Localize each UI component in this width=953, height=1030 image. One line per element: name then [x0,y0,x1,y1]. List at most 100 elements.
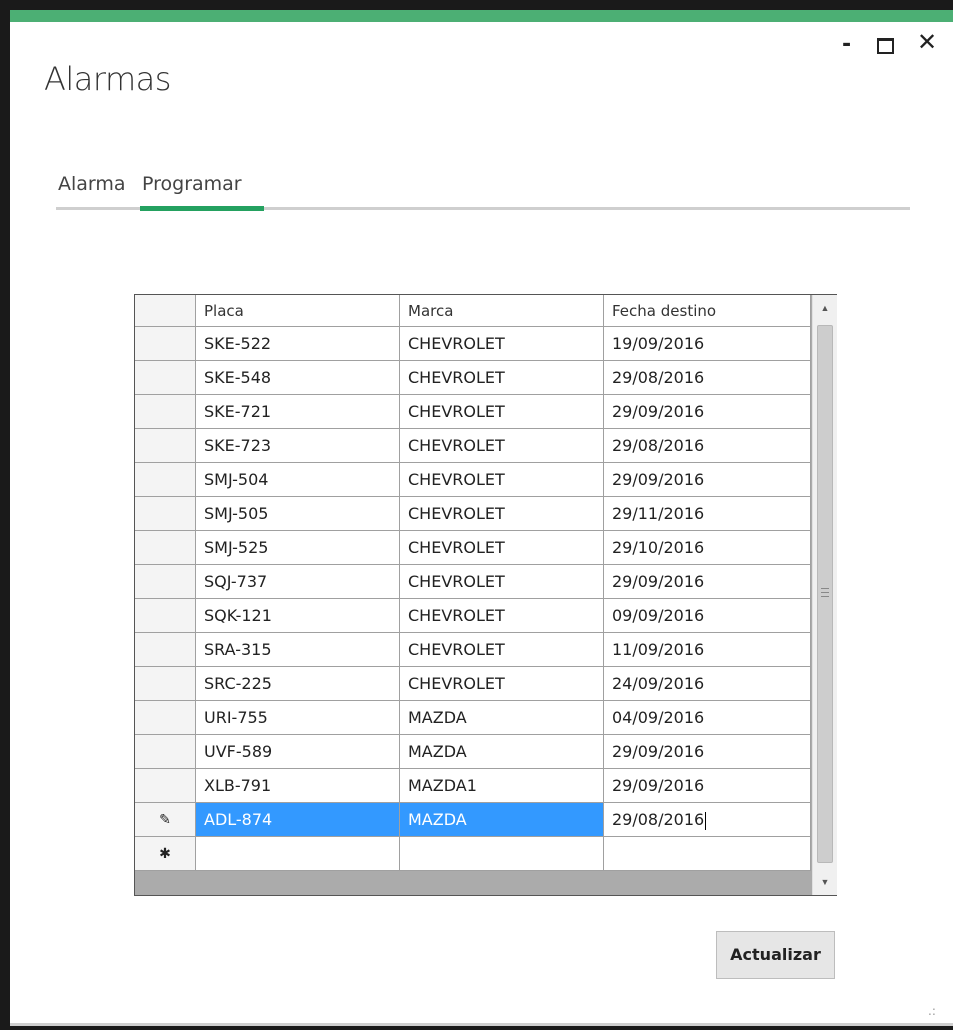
scrollbar-grip-icon [821,588,829,597]
column-header-fecha-destino[interactable]: Fecha destino [604,295,811,327]
cell-fecha-destino[interactable]: 19/09/2016 [604,327,811,361]
cell-marca[interactable]: CHEVROLET [400,497,604,531]
cell-marca[interactable]: MAZDA [400,803,604,837]
cell-fecha-destino[interactable]: 29/10/2016 [604,531,811,565]
row-header[interactable] [135,395,196,429]
actualizar-button[interactable]: Actualizar [716,931,835,979]
table-row[interactable]: SRA-315 CHEVROLET 11/09/2016 [135,633,811,667]
alarmas-window: - ✕ Alarmas Alarma Programar Placa Marca… [10,10,953,1026]
cell-placa[interactable]: SMJ-525 [196,531,400,565]
cell-placa[interactable]: SQJ-737 [196,565,400,599]
cell-placa[interactable]: SMJ-505 [196,497,400,531]
cell-marca[interactable]: CHEVROLET [400,565,604,599]
table-row-editing[interactable]: ✎ ADL-874 MAZDA 29/08/2016 [135,803,811,837]
cell-marca[interactable]: CHEVROLET [400,599,604,633]
cell-marca[interactable]: CHEVROLET [400,531,604,565]
grid-header-row: Placa Marca Fecha destino [135,295,811,329]
table-row[interactable]: SKE-723 CHEVROLET 29/08/2016 [135,429,811,463]
table-row[interactable]: SKE-548 CHEVROLET 29/08/2016 [135,361,811,395]
table-row[interactable]: URI-755 MAZDA 04/09/2016 [135,701,811,735]
cell-placa[interactable]: SKE-548 [196,361,400,395]
cell-marca[interactable]: MAZDA [400,701,604,735]
column-header-placa[interactable]: Placa [196,295,400,327]
cell-fecha-destino[interactable]: 29/08/2016 [604,429,811,463]
cell-fecha-destino[interactable]: 24/09/2016 [604,667,811,701]
table-row[interactable]: SMJ-525 CHEVROLET 29/10/2016 [135,531,811,565]
table-row[interactable]: UVF-589 MAZDA 29/09/2016 [135,735,811,769]
vertical-scrollbar[interactable]: ▲ ▼ [812,295,837,895]
cell-marca[interactable]: CHEVROLET [400,633,604,667]
cell-fecha-destino[interactable]: 11/09/2016 [604,633,811,667]
cell-placa[interactable]: ADL-874 [196,803,400,837]
cell-fecha-destino[interactable]: 29/09/2016 [604,565,811,599]
table-row[interactable]: SRC-225 CHEVROLET 24/09/2016 [135,667,811,701]
cell-placa[interactable]: SQK-121 [196,599,400,633]
cell-marca[interactable]: MAZDA1 [400,769,604,803]
row-header[interactable] [135,735,196,769]
cell-fecha-destino[interactable]: 29/11/2016 [604,497,811,531]
row-header[interactable] [135,633,196,667]
cell-fecha-destino[interactable]: 29/09/2016 [604,769,811,803]
cell-fecha-destino[interactable] [604,837,811,871]
table-row[interactable]: SMJ-505 CHEVROLET 29/11/2016 [135,497,811,531]
cell-marca[interactable]: MAZDA [400,735,604,769]
row-header[interactable] [135,463,196,497]
row-header[interactable] [135,667,196,701]
row-header[interactable] [135,769,196,803]
cell-placa[interactable] [196,837,400,871]
row-header[interactable] [135,497,196,531]
cell-placa[interactable]: SKE-721 [196,395,400,429]
cell-placa[interactable]: SKE-522 [196,327,400,361]
close-button[interactable]: ✕ [917,30,937,54]
table-row[interactable]: SKE-522 CHEVROLET 19/09/2016 [135,327,811,361]
row-header[interactable] [135,701,196,735]
row-header[interactable] [135,531,196,565]
cell-marca[interactable]: CHEVROLET [400,327,604,361]
row-header[interactable] [135,429,196,463]
row-header[interactable] [135,599,196,633]
table-row[interactable]: XLB-791 MAZDA1 29/09/2016 [135,769,811,803]
cell-fecha-destino[interactable]: 29/09/2016 [604,395,811,429]
tab-programar[interactable]: Programar [142,173,242,195]
row-header-new[interactable]: ✱ [135,837,196,871]
cell-marca[interactable] [400,837,604,871]
cell-fecha-destino[interactable]: 29/09/2016 [604,463,811,497]
tab-alarma[interactable]: Alarma [58,173,126,195]
cell-placa[interactable]: XLB-791 [196,769,400,803]
row-header[interactable] [135,327,196,361]
cell-placa[interactable]: SRC-225 [196,667,400,701]
row-header[interactable] [135,361,196,395]
cell-marca[interactable]: CHEVROLET [400,361,604,395]
cell-placa[interactable]: SRA-315 [196,633,400,667]
table-row[interactable]: SQJ-737 CHEVROLET 29/09/2016 [135,565,811,599]
cell-placa[interactable]: SMJ-504 [196,463,400,497]
table-row[interactable]: SKE-721 CHEVROLET 29/09/2016 [135,395,811,429]
cell-fecha-destino-editing[interactable]: 29/08/2016 [604,803,811,837]
row-header[interactable] [135,565,196,599]
cell-marca[interactable]: CHEVROLET [400,667,604,701]
cell-marca[interactable]: CHEVROLET [400,395,604,429]
scroll-up-arrow-icon[interactable]: ▲ [813,295,837,321]
cell-placa[interactable]: SKE-723 [196,429,400,463]
maximize-button[interactable] [877,38,894,54]
minimize-button[interactable]: - [842,32,851,57]
fecha-edit-text[interactable]: 29/08/2016 [612,810,704,829]
column-header-marca[interactable]: Marca [400,295,604,327]
vehicle-grid[interactable]: Placa Marca Fecha destino SKE-522 CHEVRO… [134,294,837,896]
table-row[interactable]: SQK-121 CHEVROLET 09/09/2016 [135,599,811,633]
cell-placa[interactable]: URI-755 [196,701,400,735]
table-row-new[interactable]: ✱ [135,837,811,871]
cell-marca[interactable]: CHEVROLET [400,429,604,463]
resize-grip-icon[interactable]: .: [928,1004,936,1018]
row-header-editing[interactable]: ✎ [135,803,196,837]
cell-fecha-destino[interactable]: 29/08/2016 [604,361,811,395]
scrollbar-thumb[interactable] [817,325,833,863]
cell-marca[interactable]: CHEVROLET [400,463,604,497]
table-row[interactable]: SMJ-504 CHEVROLET 29/09/2016 [135,463,811,497]
cell-fecha-destino[interactable]: 09/09/2016 [604,599,811,633]
scroll-down-arrow-icon[interactable]: ▼ [813,869,837,895]
cell-fecha-destino[interactable]: 29/09/2016 [604,735,811,769]
cell-placa[interactable]: UVF-589 [196,735,400,769]
cell-fecha-destino[interactable]: 04/09/2016 [604,701,811,735]
grid-corner-header[interactable] [135,295,196,327]
